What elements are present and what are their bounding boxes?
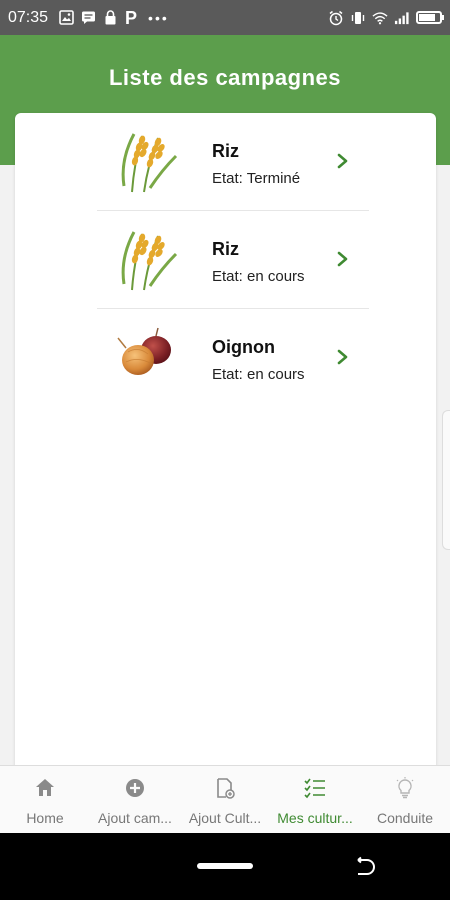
p-icon: P	[125, 7, 138, 28]
bottom-navigation: Home Ajout cam... Ajout Cult... Mes cult…	[0, 765, 450, 833]
nav-label: Home	[26, 810, 64, 826]
signal-icon	[394, 10, 410, 26]
campaign-item-text: Riz Etat: Terminé	[212, 141, 300, 187]
nav-my-cultures[interactable]: Mes cultur...	[270, 766, 360, 833]
rice-icon	[121, 133, 178, 193]
edge-panel-handle[interactable]	[442, 410, 450, 550]
vibrate-icon	[350, 10, 366, 26]
campaign-item-text: Riz Etat: en cours	[212, 239, 305, 285]
message-icon	[80, 10, 96, 26]
nav-home[interactable]: Home	[0, 766, 90, 833]
home-gesture-pill[interactable]	[197, 863, 253, 869]
battery-icon	[416, 11, 444, 24]
campaign-item-oignon[interactable]: Oignon Etat: en cours	[97, 309, 369, 407]
chevron-right-icon[interactable]	[337, 153, 349, 169]
campaign-status: Etat: en cours	[212, 366, 305, 383]
more-dots-icon: •••	[148, 9, 169, 26]
status-right-icons	[328, 10, 444, 26]
home-icon	[36, 779, 54, 796]
chevron-right-icon[interactable]	[337, 251, 349, 267]
nav-label: Conduite	[376, 810, 434, 826]
page-title: Liste des campagnes	[108, 65, 342, 90]
lightbulb-icon	[396, 777, 414, 799]
image-icon	[58, 10, 74, 26]
campaign-item-riz-1[interactable]: Riz Etat: Terminé	[97, 113, 369, 211]
campaign-name: Riz	[212, 239, 239, 259]
status-bar: 07:35 P •••	[0, 0, 450, 35]
lock-icon	[102, 10, 118, 26]
nav-label: Mes cultur...	[277, 810, 353, 826]
onion-icon	[117, 327, 171, 375]
alarm-icon	[328, 10, 344, 26]
checklist-icon	[304, 778, 325, 799]
system-navigation-bar	[0, 833, 450, 900]
back-icon[interactable]	[352, 855, 376, 879]
campaign-item-riz-2[interactable]: Riz Etat: en cours	[97, 211, 369, 309]
campaign-status: Etat: en cours	[212, 268, 305, 285]
chevron-right-icon[interactable]	[337, 349, 349, 365]
add-document-icon	[217, 778, 235, 799]
nav-add-campaign[interactable]: Ajout cam...	[90, 766, 180, 833]
campaign-status: Etat: Terminé	[212, 170, 301, 187]
campaign-card: Riz Etat: Terminé Riz Etat: en cours Oig…	[15, 113, 436, 773]
rice-icon	[121, 231, 178, 291]
nav-label: Ajout cam...	[98, 810, 172, 826]
campaign-name: Oignon	[212, 337, 275, 357]
status-left-icons: P •••	[58, 7, 169, 28]
status-time: 07:35	[8, 8, 49, 26]
nav-add-culture[interactable]: Ajout Cult...	[180, 766, 270, 833]
wifi-icon	[372, 10, 388, 26]
nav-label: Ajout Cult...	[188, 810, 262, 826]
campaign-name: Riz	[212, 141, 239, 161]
add-circle-icon	[126, 779, 144, 797]
nav-conduite[interactable]: Conduite	[360, 766, 450, 833]
campaign-item-text: Oignon Etat: en cours	[212, 337, 305, 383]
campaign-list: Riz Etat: Terminé Riz Etat: en cours Oig…	[97, 113, 369, 407]
